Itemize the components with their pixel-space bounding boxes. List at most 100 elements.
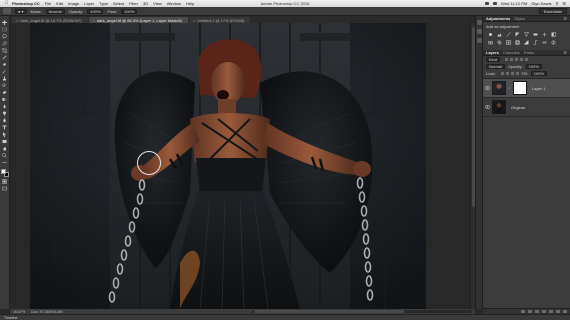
vibrance-icon[interactable] xyxy=(523,32,529,37)
hand-tool-icon[interactable] xyxy=(2,146,8,151)
brush-tool-icon[interactable] xyxy=(2,69,8,74)
move-tool-icon[interactable] xyxy=(2,20,8,25)
list-icon[interactable]: ☰ xyxy=(562,1,566,6)
panel-menu-icon[interactable]: ☰ xyxy=(563,16,567,21)
menu-type[interactable]: Type xyxy=(99,1,108,6)
menu-select[interactable]: Select xyxy=(113,1,124,6)
history-panel-icon[interactable] xyxy=(476,20,482,25)
visibility-eye-icon[interactable] xyxy=(485,105,490,109)
mode-select[interactable]: Normal xyxy=(45,8,65,14)
menu-view[interactable]: View xyxy=(153,1,162,6)
gradient-tool-icon[interactable] xyxy=(2,97,8,102)
curves-icon[interactable] xyxy=(505,32,511,37)
filter-shape-icon[interactable] xyxy=(520,58,524,61)
close-icon[interactable]: × xyxy=(93,18,95,23)
link-layers-icon[interactable] xyxy=(521,310,525,313)
layer-fill-field[interactable]: 100% xyxy=(530,71,548,76)
trash-icon[interactable] xyxy=(563,310,567,313)
blur-tool-icon[interactable] xyxy=(2,104,8,109)
layer-thumbnail[interactable] xyxy=(492,100,506,114)
path-selection-tool-icon[interactable] xyxy=(2,132,8,137)
new-adjustment-icon[interactable] xyxy=(542,310,546,313)
clock[interactable]: Wed 11:12 PM xyxy=(501,1,527,6)
layer-opacity-field[interactable]: 100% xyxy=(525,64,542,69)
lock-pixels-icon[interactable] xyxy=(505,72,509,75)
exposure-icon[interactable] xyxy=(514,32,520,37)
filter-adjustment-icon[interactable] xyxy=(510,58,514,61)
posterize-icon[interactable] xyxy=(523,40,529,45)
more-tools-icon[interactable] xyxy=(2,160,8,165)
menu-file[interactable]: File xyxy=(45,1,51,6)
menu-filter[interactable]: Filter xyxy=(129,1,138,6)
zoom-tool-icon[interactable] xyxy=(2,153,8,158)
add-mask-icon[interactable] xyxy=(535,310,539,313)
blend-mode-select[interactable]: Normal xyxy=(486,64,505,69)
color-lookup-icon[interactable] xyxy=(505,40,511,45)
type-tool-icon[interactable] xyxy=(2,125,8,130)
apple-icon[interactable]:  xyxy=(4,0,9,7)
new-layer-icon[interactable] xyxy=(556,310,560,313)
tab-adjustments[interactable]: Adjustments xyxy=(486,16,510,21)
new-group-icon[interactable] xyxy=(549,310,553,313)
levels-icon[interactable] xyxy=(496,32,502,37)
document-info[interactable]: Doc: 97.4M/194.8M xyxy=(31,310,62,314)
flow-field[interactable]: 100% xyxy=(121,8,138,14)
menu-image[interactable]: Image xyxy=(68,1,79,6)
invert-icon[interactable] xyxy=(514,40,520,45)
lock-position-icon[interactable] xyxy=(510,72,514,75)
menu-help[interactable]: Help xyxy=(186,1,194,6)
document-canvas[interactable] xyxy=(30,23,426,309)
hue-icon[interactable] xyxy=(532,32,538,37)
tab-layers[interactable]: Layers xyxy=(486,50,499,55)
battery-icon[interactable] xyxy=(493,2,498,5)
eyedropper-tool-icon[interactable] xyxy=(2,55,8,60)
color-swatches[interactable] xyxy=(0,169,9,177)
tab-styles[interactable]: Styles xyxy=(514,16,525,21)
lock-all-icon[interactable] xyxy=(515,72,519,75)
foreground-color-swatch[interactable] xyxy=(0,169,6,174)
scroll-thumb[interactable] xyxy=(254,310,404,313)
brushes-panel-icon[interactable] xyxy=(476,38,482,43)
menu-window[interactable]: Window xyxy=(167,1,181,6)
close-icon[interactable]: × xyxy=(193,18,195,23)
filter-pixel-icon[interactable] xyxy=(505,58,509,61)
tool-preset-picker[interactable] xyxy=(3,8,11,14)
menu-edit[interactable]: Edit xyxy=(56,1,63,6)
timeline-panel[interactable]: Timeline xyxy=(0,314,570,320)
marquee-tool-icon[interactable] xyxy=(2,27,8,32)
channel-mixer-icon[interactable] xyxy=(496,40,502,45)
layer-mask-thumbnail[interactable] xyxy=(513,81,527,95)
eraser-tool-icon[interactable] xyxy=(2,90,8,95)
quick-mask-icon[interactable] xyxy=(2,179,8,184)
menu-layer[interactable]: Layer xyxy=(84,1,94,6)
pen-tool-icon[interactable] xyxy=(2,118,8,123)
history-brush-tool-icon[interactable] xyxy=(2,83,8,88)
workspace-switcher[interactable]: Essentials xyxy=(538,8,567,14)
crop-tool-icon[interactable] xyxy=(2,48,8,53)
wifi-icon[interactable] xyxy=(485,2,490,5)
layer-row[interactable]: ∞ Layer 1 xyxy=(483,79,570,98)
opacity-field[interactable]: 100% xyxy=(87,8,104,14)
user-name[interactable]: Glyn Dewis xyxy=(531,1,551,6)
gradient-map-icon[interactable] xyxy=(541,40,547,45)
bw-icon[interactable] xyxy=(550,32,556,37)
layer-row[interactable]: Original xyxy=(483,98,570,117)
color-balance-icon[interactable] xyxy=(541,32,547,37)
app-menu[interactable]: Photoshop CC xyxy=(12,1,40,6)
quick-select-tool-icon[interactable] xyxy=(2,41,8,46)
tab-channels[interactable]: Channels xyxy=(503,50,520,55)
search-icon[interactable]: ⚲ xyxy=(555,1,558,6)
link-icon[interactable]: ∞ xyxy=(508,86,511,90)
timeline-label[interactable]: Timeline xyxy=(4,316,17,320)
layer-thumbnail[interactable] xyxy=(492,81,506,95)
healing-brush-tool-icon[interactable] xyxy=(2,62,8,67)
visibility-eye-icon[interactable] xyxy=(485,86,490,90)
brush-size-picker[interactable]: ● ▾ xyxy=(15,8,27,14)
filter-kind-select[interactable]: Kind xyxy=(486,57,501,62)
panel-menu-icon[interactable]: ☰ xyxy=(563,50,567,55)
close-icon[interactable]: × xyxy=(16,18,18,23)
selective-color-icon[interactable] xyxy=(550,40,556,45)
lasso-tool-icon[interactable] xyxy=(2,34,8,39)
layer-name[interactable]: Layer 1 xyxy=(532,86,545,91)
threshold-icon[interactable] xyxy=(532,40,538,45)
